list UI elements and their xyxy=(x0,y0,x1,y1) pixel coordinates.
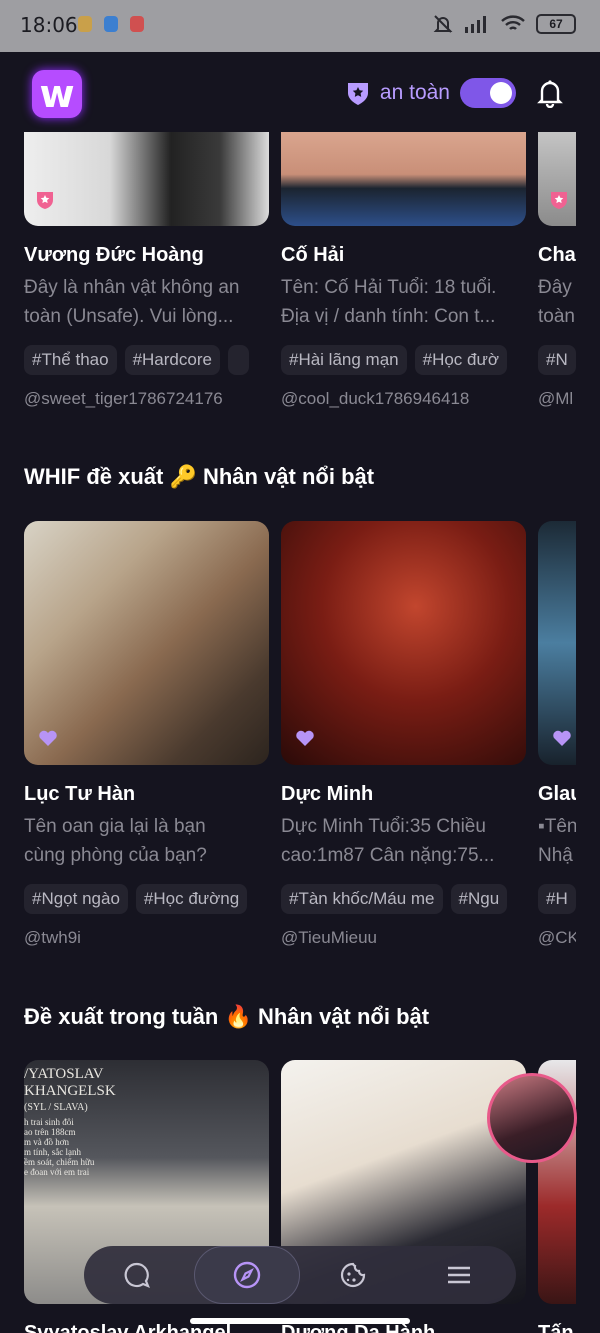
notification-bell-icon[interactable] xyxy=(536,78,564,108)
notification-icon xyxy=(130,16,144,32)
character-card[interactable]: Lục Tư Hàn Tên oan gia lại là bạn cùng ph… xyxy=(24,521,269,948)
character-card[interactable]: Cha Đây toàn #N @Ml xyxy=(538,132,576,409)
status-icons: 67 xyxy=(432,13,576,35)
tag-chip[interactable]: #H xyxy=(538,884,576,914)
safe-mode-control[interactable]: an toàn xyxy=(346,78,516,108)
tag-chip[interactable]: #Hài lãng mạn xyxy=(281,345,407,375)
character-name: Glau xyxy=(538,783,576,805)
character-card[interactable]: Cố Hải Tên: Cố Hải Tuổi: 18 tuổi. Địa vị … xyxy=(281,132,526,409)
floating-avatar-button[interactable] xyxy=(487,1073,577,1163)
character-thumbnail xyxy=(24,132,269,226)
tag-list: #Hài lãng mạn #Học đườ xyxy=(281,345,526,375)
tag-list: #H xyxy=(538,884,576,914)
safe-mode-label: an toàn xyxy=(379,81,450,104)
thumbnail-caption: /YATOSLAV KHANGELSK (SYL / SLAVA) h trai… xyxy=(24,1066,116,1177)
home-indicator[interactable] xyxy=(190,1318,410,1324)
character-description: Đây là nhân vật không an toàn (Unsafe). V… xyxy=(24,277,240,327)
tag-list: #Tàn khốc/Máu me #Ngu xyxy=(281,884,526,914)
tag-chip[interactable]: #N xyxy=(538,345,576,375)
tag-chip[interactable]: #Ngọt ngào xyxy=(24,884,128,914)
status-bar: 18:06 67 xyxy=(0,0,600,52)
app-logo[interactable]: w xyxy=(32,70,82,118)
nav-explore[interactable] xyxy=(194,1246,300,1304)
shield-icon xyxy=(37,192,53,209)
shield-icon xyxy=(347,83,368,105)
notification-icon xyxy=(78,16,92,32)
shield-icon xyxy=(551,192,567,209)
bottom-nav xyxy=(84,1246,516,1304)
heart-icon[interactable] xyxy=(295,729,315,747)
compass-icon xyxy=(233,1261,261,1289)
nav-cookie[interactable] xyxy=(300,1246,406,1304)
author-handle[interactable]: @twh9i xyxy=(24,928,269,948)
character-name: Cha xyxy=(538,244,576,266)
character-thumbnail xyxy=(24,521,269,765)
signal-icon xyxy=(465,16,486,33)
tag-list: #Ngọt ngào #Học đường xyxy=(24,884,269,914)
character-thumbnail xyxy=(281,521,526,765)
nav-menu[interactable] xyxy=(406,1246,512,1304)
tag-list: #N xyxy=(538,345,576,375)
character-thumbnail xyxy=(538,132,576,226)
character-row-2: Lục Tư Hàn Tên oan gia lại là bạn cùng ph… xyxy=(24,521,576,961)
author-handle[interactable]: @TieuMieuu xyxy=(281,928,526,948)
heart-icon[interactable] xyxy=(38,729,58,747)
menu-icon xyxy=(448,1266,470,1284)
author-handle[interactable]: @Ml xyxy=(538,389,576,409)
character-card[interactable]: Glau ▪TênNhậ #H @CK xyxy=(538,521,576,948)
character-name: Tấn xyxy=(538,1322,574,1333)
character-description: Đây toàn xyxy=(538,277,575,327)
chat-bubble-icon xyxy=(124,1262,150,1288)
section-title: Đề xuất trong tuần 🔥 Nhân vật nổi bật xyxy=(24,1004,430,1029)
section-title: WHIF đề xuất 🔑 Nhân vật nổi bật xyxy=(24,464,375,489)
notification-icon xyxy=(104,16,118,32)
character-name: Lục Tư Hàn xyxy=(24,783,136,805)
app-header: w an toàn xyxy=(0,52,600,136)
character-card[interactable]: Dực Minh Dực Minh Tuổi:35 Chiều cao:1m87 … xyxy=(281,521,526,948)
tag-list: #Thể thao #Hardcore xyxy=(24,345,269,375)
character-thumbnail xyxy=(281,132,526,226)
character-card[interactable]: Vương Đức Hoàng Đây là nhân vật không an… xyxy=(24,132,269,409)
cookie-icon xyxy=(340,1262,366,1288)
character-name: Cố Hải xyxy=(281,244,345,266)
tag-chip[interactable] xyxy=(227,345,249,375)
character-description: ▪Tên Nhậ xyxy=(538,816,576,866)
character-description: Tên oan gia lại là bạn cùng phòng của bạn… xyxy=(24,816,207,866)
tag-chip[interactable]: #Học đường xyxy=(135,884,248,914)
character-name: Dực Minh xyxy=(281,783,374,805)
status-time: 18:06 xyxy=(20,13,78,37)
heart-icon[interactable] xyxy=(552,729,572,747)
battery-indicator: 67 xyxy=(536,14,576,34)
author-handle[interactable]: @CK xyxy=(538,928,576,948)
character-thumbnail xyxy=(538,521,576,765)
nav-chat[interactable] xyxy=(84,1246,190,1304)
wifi-icon xyxy=(501,15,525,30)
tag-chip[interactable]: #Học đườ xyxy=(414,345,508,375)
character-name: Vương Đức Hoàng xyxy=(24,244,204,266)
character-row-1: Vương Đức Hoàng Đây là nhân vật không an… xyxy=(24,132,576,422)
safe-mode-toggle[interactable] xyxy=(460,78,516,108)
tag-chip[interactable]: #Ngu xyxy=(450,884,508,914)
mute-bell-icon xyxy=(433,15,453,33)
tag-chip[interactable]: #Thể thao xyxy=(24,345,117,375)
author-handle[interactable]: @sweet_tiger1786724176 xyxy=(24,389,269,409)
tag-chip[interactable]: #Tàn khốc/Máu me xyxy=(281,884,443,914)
author-handle[interactable]: @cool_duck1786946418 xyxy=(281,389,526,409)
tag-chip[interactable]: #Hardcore xyxy=(124,345,220,375)
character-description: Dực Minh Tuổi:35 Chiều cao:1m87 Cân nặng:… xyxy=(281,816,495,866)
character-description: Tên: Cố Hải Tuổi: 18 tuổi. Địa vị / danh … xyxy=(281,277,497,327)
